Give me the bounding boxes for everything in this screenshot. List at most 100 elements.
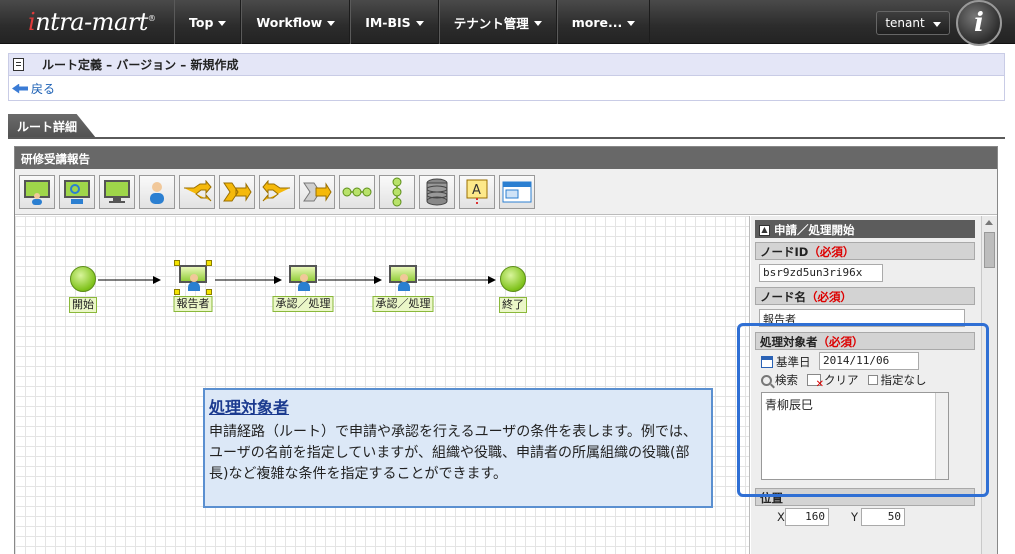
approve-node-2[interactable]: 承認／処理 — [372, 264, 434, 312]
vertical-nodes-icon — [392, 177, 402, 207]
user-node-tool[interactable] — [139, 175, 175, 209]
monitor-node-tool[interactable] — [99, 175, 135, 209]
calendar-icon[interactable] — [761, 356, 773, 368]
monitor-user-icon — [388, 264, 418, 292]
callout-title: 処理対象者 — [209, 398, 290, 417]
start-user-node-tool[interactable] — [19, 175, 55, 209]
tenant-dropdown[interactable]: tenant — [876, 11, 950, 35]
menu-tenant-admin[interactable]: テナント管理 — [438, 0, 557, 44]
no-spec-label: 指定なし — [880, 373, 927, 387]
horizontal-nodes-icon — [342, 187, 372, 197]
explanation-callout: 処理対象者 申請経路（ルート）で申請や承認を行えるユーザの条件を表します。例では… — [203, 388, 713, 508]
start-circle-icon — [70, 266, 96, 292]
menu-more[interactable]: more... — [556, 0, 651, 44]
end-node-label: 終了 — [499, 297, 527, 313]
search-icon — [761, 374, 772, 386]
monitor-user-icon — [178, 264, 208, 292]
scroll-thumb[interactable] — [984, 232, 995, 268]
split-arrow-icon — [262, 180, 290, 202]
approval-node-tool[interactable] — [59, 175, 95, 209]
monitor-icon — [104, 180, 130, 203]
target-header: 処理対象者（必須） — [755, 332, 975, 350]
target-label: 処理対象者 — [760, 335, 818, 349]
menu-top[interactable]: Top — [174, 0, 242, 44]
search-button[interactable]: 検索 — [761, 372, 798, 388]
back-arrow-icon — [12, 83, 28, 94]
clear-icon — [807, 374, 824, 390]
clear-button[interactable]: クリア — [807, 372, 859, 390]
branch-node-tool[interactable] — [179, 175, 215, 209]
start-node-label: 開始 — [69, 297, 97, 313]
base-date-input[interactable]: 2014/11/06 — [819, 352, 919, 370]
vertical-line-tool[interactable] — [379, 175, 415, 209]
x-input[interactable]: 160 — [785, 508, 829, 526]
base-date-row: 基準日 — [761, 354, 811, 370]
title-bar: ルート定義 – バージョン – 新規作成 — [9, 54, 1004, 76]
checkbox-icon — [867, 375, 878, 385]
collapse-icon[interactable]: ▲ — [759, 224, 770, 236]
route-name: 研修受講報告 — [15, 147, 997, 169]
window-tool[interactable] — [499, 175, 535, 209]
node-name-input[interactable]: 報告者 — [759, 309, 965, 327]
required-mark: （必須） — [808, 245, 855, 259]
database-icon — [426, 178, 448, 206]
horizontal-line-tool[interactable] — [339, 175, 375, 209]
node-name-label: ノード名 — [760, 290, 806, 304]
tab-label: ルート詳細 — [17, 120, 78, 134]
selection-handle[interactable] — [206, 289, 212, 295]
text-label-icon: A — [466, 179, 488, 205]
property-panel: ▲ 申請／処理開始 ノードID（必須） bsr9zd5un3ri96x ノード名… — [751, 216, 997, 554]
menu-workflow-label: Workflow — [256, 14, 323, 30]
property-scrollbar[interactable] — [981, 216, 997, 554]
approve-node-1[interactable]: 承認／処理 — [272, 264, 334, 312]
menu-im-bis[interactable]: IM-BIS — [350, 0, 439, 44]
chevron-down-icon — [627, 21, 636, 26]
y-value: 50 — [887, 510, 901, 523]
merge-node-tool[interactable] — [219, 175, 255, 209]
selection-handle[interactable] — [174, 289, 180, 295]
tab-route-detail[interactable]: ルート詳細 — [8, 114, 96, 138]
selection-handle[interactable] — [174, 260, 180, 266]
back-label: 戻る — [31, 82, 56, 96]
node-id-label: ノードID — [760, 245, 809, 259]
main-menu: Top Workflow IM-BIS テナント管理 more... — [174, 0, 651, 44]
node-id-header: ノードID（必須） — [755, 242, 975, 260]
required-mark: （必須） — [806, 290, 852, 304]
text-label-tool[interactable]: A — [459, 175, 495, 209]
split-node-tool[interactable] — [259, 175, 295, 209]
user-menu-icon[interactable]: i — [956, 0, 1002, 46]
user-icon — [150, 182, 164, 204]
database-tool[interactable] — [419, 175, 455, 209]
selection-handle[interactable] — [206, 260, 212, 266]
target-textarea[interactable]: 青柳辰巳 — [761, 392, 949, 480]
menu-more-label: more... — [571, 14, 623, 30]
x-label: X — [777, 510, 785, 524]
target-actions-row: 検索 クリア 指定なし — [761, 372, 927, 390]
report-node[interactable]: 報告者 — [173, 260, 213, 312]
intra-mart-logo[interactable]: iintra-martntra-mart® — [28, 8, 156, 36]
document-icon — [13, 58, 24, 71]
textarea-scrollbar[interactable] — [935, 393, 948, 479]
join-node-tool[interactable] — [299, 175, 335, 209]
start-node[interactable]: 開始 — [69, 266, 97, 313]
route-canvas[interactable]: 開始 報告者 承認／処理 承認／処理 終了 処理対象者 申請経路（ルート）で申請… — [15, 216, 750, 554]
y-input[interactable]: 50 — [861, 508, 905, 526]
chevron-down-icon — [415, 21, 424, 26]
node-palette: A — [15, 169, 997, 215]
monitor-user-icon — [288, 264, 318, 292]
end-node[interactable]: 終了 — [499, 266, 527, 313]
section-header[interactable]: ▲ 申請／処理開始 — [755, 220, 975, 238]
branch-arrow-icon — [184, 180, 212, 202]
node-name-value: 報告者 — [763, 313, 796, 326]
position-label: 位置 — [760, 491, 783, 505]
section-title: 申請／処理開始 — [774, 223, 855, 237]
menu-workflow[interactable]: Workflow — [241, 0, 351, 44]
scroll-up-icon[interactable] — [985, 220, 993, 225]
node-id-value: bsr9zd5un3ri96x — [763, 266, 863, 279]
node-id-input[interactable]: bsr9zd5un3ri96x — [759, 264, 883, 282]
no-spec-checkbox[interactable]: 指定なし — [867, 372, 927, 388]
back-link[interactable]: 戻る — [12, 80, 55, 97]
logo-mark: ® — [147, 14, 156, 23]
y-row: Y — [851, 510, 858, 524]
monitor-user-icon — [24, 180, 50, 205]
